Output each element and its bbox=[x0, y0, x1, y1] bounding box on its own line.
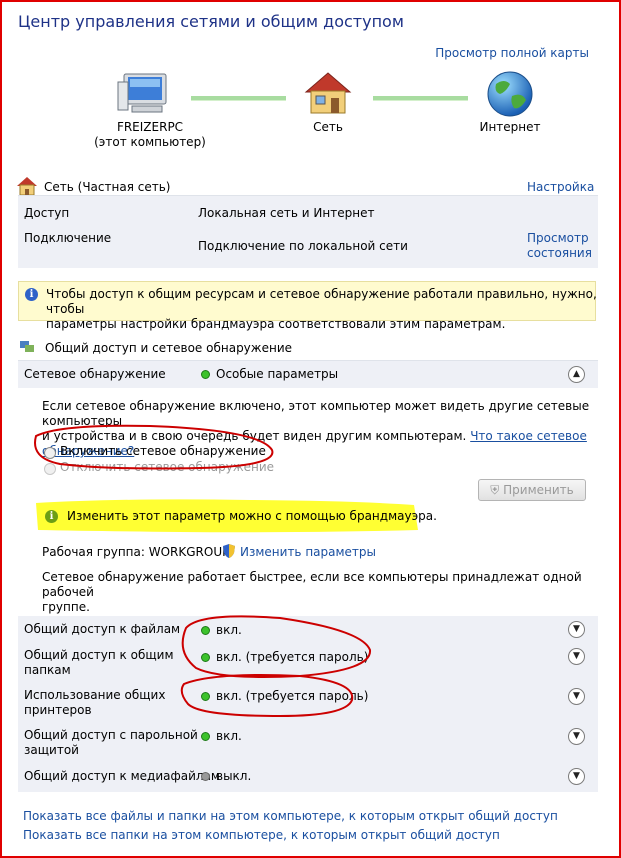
info-icon: i bbox=[25, 288, 38, 301]
status-dot-off bbox=[201, 772, 210, 781]
status-dot bbox=[201, 692, 210, 701]
radio-disable-label: Отключить сетевое обнаружение bbox=[60, 460, 275, 474]
row-label-line2: принтеров bbox=[24, 703, 92, 717]
computer-name: FREIZERPC bbox=[116, 120, 184, 134]
info-green-icon: i bbox=[45, 510, 58, 523]
network-node-label: Сеть bbox=[313, 120, 343, 134]
connector-line bbox=[191, 96, 286, 101]
apply-button[interactable]: ⛨ Применить bbox=[478, 479, 586, 501]
what-is-discovery-link[interactable]: Что такое сетевое bbox=[470, 429, 587, 443]
faster-text-line2: группе. bbox=[42, 600, 90, 614]
globe-icon[interactable] bbox=[486, 70, 534, 118]
row-value: вкл. (требуется пароль) bbox=[216, 689, 369, 703]
expand-chevron-icon[interactable]: ▼ bbox=[568, 728, 585, 745]
discovery-label: Сетевое обнаружение bbox=[24, 367, 166, 381]
discovery-desc-line1: Если сетевое обнаружение включено, этот … bbox=[42, 399, 590, 428]
apply-button-label: Применить bbox=[503, 483, 574, 497]
page-title: Центр управления сетями и общим доступом bbox=[18, 12, 404, 31]
row-value: вкл. bbox=[216, 623, 242, 637]
row-value: вкл. (требуется пароль) bbox=[216, 650, 369, 664]
shield-icon: ⛨ bbox=[490, 483, 500, 497]
expand-chevron-icon[interactable]: ▼ bbox=[568, 688, 585, 705]
computer-subtitle: (этот компьютер) bbox=[94, 135, 206, 149]
collapse-chevron-icon[interactable]: ▲ bbox=[568, 366, 585, 383]
internet-node-label: Интернет bbox=[479, 120, 541, 134]
expand-chevron-icon[interactable]: ▼ bbox=[568, 648, 585, 665]
status-dot bbox=[201, 626, 210, 635]
info-text-line1: Чтобы доступ к общим ресурсам и сетевое … bbox=[46, 287, 597, 316]
row-value: вкл. bbox=[216, 729, 242, 743]
customize-link[interactable]: Настройка bbox=[527, 180, 594, 194]
radio-enable-label: Включить сетевое обнаружение bbox=[60, 444, 266, 458]
expand-chevron-icon[interactable]: ▼ bbox=[568, 621, 585, 638]
expand-chevron-icon[interactable]: ▼ bbox=[568, 768, 585, 785]
view-status-link[interactable]: Просмотр состояния bbox=[527, 231, 592, 261]
view-status-link-line2: состояния bbox=[527, 246, 592, 260]
connector-line bbox=[373, 96, 468, 101]
access-label: Доступ bbox=[24, 206, 70, 220]
network-house-icon bbox=[17, 177, 37, 196]
faster-text-line1: Сетевое обнаружение работает быстрее, ес… bbox=[42, 570, 582, 599]
computer-icon[interactable] bbox=[116, 72, 172, 118]
discovery-desc-line2: и устройства и в свою очередь будет виде… bbox=[42, 429, 467, 443]
view-full-map-link[interactable]: Просмотр полной карты bbox=[435, 46, 589, 60]
house-icon[interactable] bbox=[302, 70, 354, 116]
sharing-header: Общий доступ и сетевое обнаружение bbox=[45, 341, 293, 355]
show-shared-folders-link[interactable]: Показать все папки на этом компьютере, к… bbox=[23, 828, 500, 842]
row-label-line2: папкам bbox=[24, 663, 71, 677]
info-text-line2: параметры настройки брандмауэра соответс… bbox=[46, 317, 506, 331]
row-label: Общий доступ с парольной bbox=[24, 728, 198, 742]
status-dot bbox=[201, 653, 210, 662]
firewall-note: Изменить этот параметр можно с помощью б… bbox=[67, 509, 437, 523]
network-name: Сеть (Частная сеть) bbox=[44, 180, 171, 194]
row-label: Использование общих bbox=[24, 688, 166, 702]
view-status-link-line1: Просмотр bbox=[527, 231, 589, 245]
status-dot bbox=[201, 732, 210, 741]
row-label: Общий доступ к общим bbox=[24, 648, 174, 662]
status-dot bbox=[201, 370, 210, 379]
radio-enable-discovery[interactable] bbox=[44, 447, 56, 459]
workgroup-text: Рабочая группа: WORKGROUP bbox=[42, 545, 230, 559]
radio-disable-discovery[interactable] bbox=[44, 463, 56, 475]
connection-label: Подключение bbox=[24, 231, 112, 245]
row-label-line2: защитой bbox=[24, 743, 79, 757]
row-value: выкл. bbox=[216, 769, 252, 783]
connection-value: Подключение по локальной сети bbox=[198, 239, 408, 253]
change-settings-link[interactable]: Изменить параметры bbox=[240, 545, 376, 559]
show-shared-files-link[interactable]: Показать все файлы и папки на этом компь… bbox=[23, 809, 558, 823]
uac-shield-icon bbox=[223, 544, 235, 558]
access-value: Локальная сеть и Интернет bbox=[198, 206, 375, 220]
row-label: Общий доступ к медиафайлам bbox=[24, 769, 220, 783]
row-label: Общий доступ к файлам bbox=[24, 622, 181, 636]
discovery-value: Особые параметры bbox=[216, 367, 339, 381]
sharing-icon bbox=[20, 341, 34, 352]
